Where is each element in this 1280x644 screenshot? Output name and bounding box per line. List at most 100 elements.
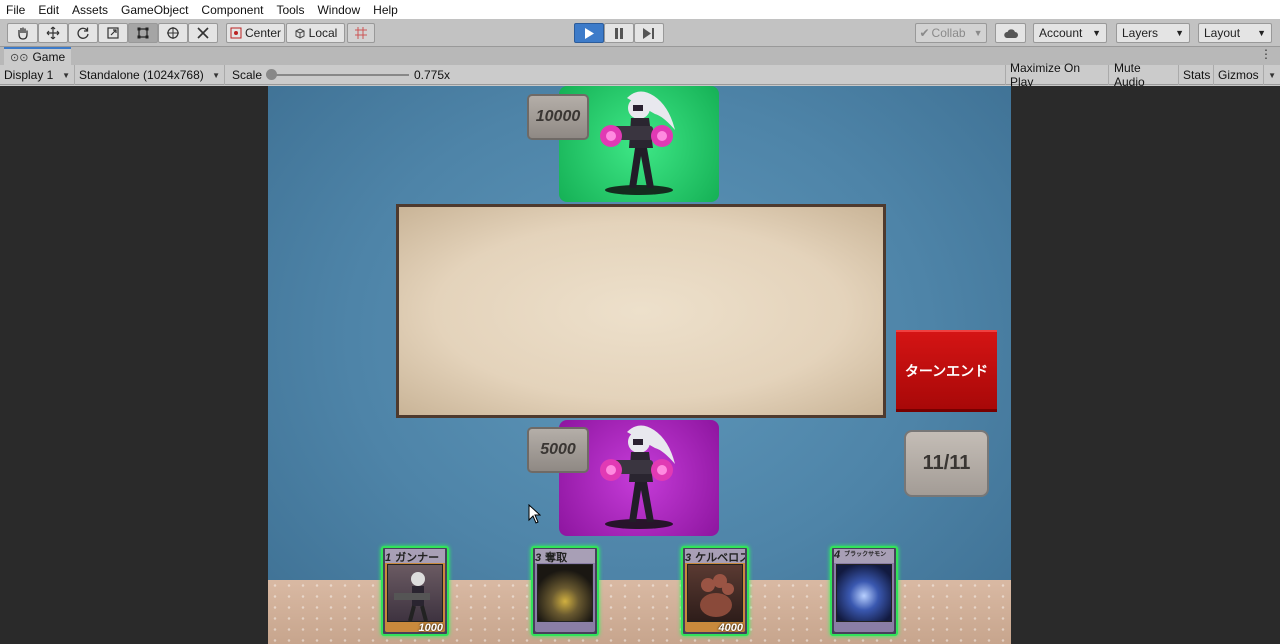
scale-slider-handle[interactable] — [266, 69, 277, 80]
rect-transform-icon — [137, 27, 149, 39]
battle-field[interactable] — [396, 204, 886, 418]
custom-tool-button[interactable] — [188, 23, 218, 43]
hand-card[interactable]: 4 ブラックサモン — [830, 546, 898, 636]
chevron-down-icon: ▼ — [1268, 70, 1276, 80]
menu-tools[interactable]: Tools — [276, 3, 304, 17]
card-header: 1 ガンナー — [385, 549, 445, 563]
black-summon-card-art-icon — [836, 564, 892, 622]
gamepad-icon: ⊙⊙ — [10, 51, 29, 64]
menu-file[interactable]: File — [6, 3, 25, 17]
move-icon — [46, 26, 60, 40]
hand-card[interactable]: 3 ケルベロス 4000 — [681, 546, 749, 636]
pivot-local-button[interactable]: Local — [286, 23, 345, 43]
steal-card-art-icon — [537, 564, 593, 622]
tab-game[interactable]: ⊙⊙ Game — [4, 47, 72, 65]
menu-help[interactable]: Help — [373, 3, 398, 17]
rotate-icon — [77, 27, 89, 39]
card-cost: 3 — [535, 552, 542, 563]
gunner-card-art-icon — [387, 564, 443, 622]
card-power: 1000 — [418, 622, 443, 634]
hand-tool-button[interactable] — [7, 23, 38, 43]
mute-audio-toggle[interactable]: Mute Audio — [1110, 61, 1179, 89]
game-screen: 10000 ターンエンド 5000 11/11 1 ガンナー 1000 3 奪取… — [268, 86, 1011, 644]
card-name: 奪取 — [545, 552, 568, 563]
hand-icon — [17, 27, 28, 40]
menu-gameobject[interactable]: GameObject — [121, 3, 188, 17]
layers-dropdown[interactable]: Layers ▼ — [1116, 23, 1190, 43]
card-name: ブラックサモン — [844, 552, 887, 558]
collab-label: Collab — [931, 26, 966, 40]
layout-label: Layout — [1204, 26, 1241, 40]
menu-assets[interactable]: Assets — [72, 3, 108, 17]
cerberus-card-art-icon — [687, 564, 743, 622]
pivot-local-label: Local — [308, 26, 338, 40]
scale-icon — [107, 27, 119, 39]
resolution-label: Standalone (1024x768) — [79, 68, 204, 82]
collab-button[interactable]: ✔ Collab ▼ — [915, 23, 987, 43]
menu-component[interactable]: Component — [201, 3, 263, 17]
menu-window[interactable]: Window — [317, 3, 360, 17]
account-dropdown[interactable]: Account ▼ — [1033, 23, 1107, 43]
pivot-center-label: Center — [244, 26, 282, 40]
player-hp-counter: 5000 — [527, 427, 589, 473]
layout-dropdown[interactable]: Layout ▼ — [1198, 23, 1272, 43]
pivot-center-button[interactable]: Center — [226, 23, 285, 43]
game-view-bar: Display 1 ▼ Standalone (1024x768) ▼ Scal… — [0, 61, 1280, 89]
rect-tool-button[interactable] — [128, 23, 158, 43]
transform-tool-button[interactable] — [158, 23, 188, 43]
display-dropdown[interactable]: Display 1 ▼ — [0, 65, 75, 85]
scale-tool-button[interactable] — [98, 23, 128, 43]
pause-icon — [615, 27, 623, 39]
step-icon — [643, 27, 654, 39]
enemy-hp-counter: 10000 — [527, 94, 589, 140]
chevron-down-icon: ▼ — [973, 28, 983, 38]
hand-area-floor — [268, 580, 1011, 644]
cloud-icon — [1003, 28, 1018, 38]
grid-snap-button[interactable] — [347, 23, 375, 43]
maximize-on-play-toggle[interactable]: Maximize On Play — [1005, 61, 1109, 89]
stats-toggle[interactable]: Stats — [1179, 65, 1214, 85]
cloud-button[interactable] — [995, 23, 1026, 43]
hand-card[interactable]: 3 奪取 — [531, 546, 599, 636]
gizmos-toggle[interactable]: Gizmos — [1214, 65, 1264, 85]
gizmos-menu[interactable]: ▼ — [1264, 65, 1280, 85]
mouse-cursor-icon — [528, 504, 541, 524]
pause-button[interactable] — [604, 23, 634, 43]
chevron-down-icon: ▼ — [212, 70, 220, 80]
more-options-icon[interactable]: ⋮ — [1260, 47, 1272, 61]
hand-card[interactable]: 1 ガンナー 1000 — [381, 546, 449, 636]
layers-label: Layers — [1122, 26, 1159, 40]
scale-value: 0.775x — [414, 68, 451, 82]
main-toolbar: Center Local ✔ Collab ▼ Account ▼ Layers… — [0, 19, 1280, 47]
card-cost: 3 — [685, 552, 692, 563]
scale-slider-track[interactable] — [271, 74, 409, 76]
card-name: ガンナー — [395, 552, 440, 563]
menu-edit[interactable]: Edit — [38, 3, 59, 17]
resolution-dropdown[interactable]: Standalone (1024x768) ▼ — [75, 65, 225, 85]
tab-game-label: Game — [32, 50, 66, 64]
chevron-down-icon: ▼ — [62, 70, 70, 80]
mana-counter: 11/11 — [904, 430, 989, 497]
play-button[interactable] — [574, 23, 604, 43]
card-cost: 4 — [834, 549, 841, 561]
turn-end-button[interactable]: ターンエンド — [896, 330, 997, 412]
chevron-down-icon: ▼ — [1257, 28, 1266, 38]
card-cost: 1 — [385, 552, 392, 563]
local-space-icon — [295, 28, 305, 39]
move-tool-button[interactable] — [38, 23, 68, 43]
card-header: 3 ケルベロス — [685, 549, 745, 563]
display-label: Display 1 — [4, 68, 54, 82]
account-label: Account — [1039, 26, 1083, 40]
pivot-icon — [230, 27, 242, 39]
transform-icon — [167, 27, 179, 39]
grid-snap-icon — [355, 27, 367, 39]
step-button[interactable] — [634, 23, 664, 43]
play-icon — [585, 27, 594, 39]
check-icon: ✔ — [919, 26, 930, 40]
chevron-down-icon: ▼ — [1092, 28, 1101, 38]
card-power: 4000 — [718, 622, 743, 634]
rotate-tool-button[interactable] — [68, 23, 98, 43]
card-header: 4 ブラックサモン — [834, 549, 894, 563]
tools-icon — [197, 27, 209, 39]
card-name: ケルベロス — [695, 552, 745, 563]
